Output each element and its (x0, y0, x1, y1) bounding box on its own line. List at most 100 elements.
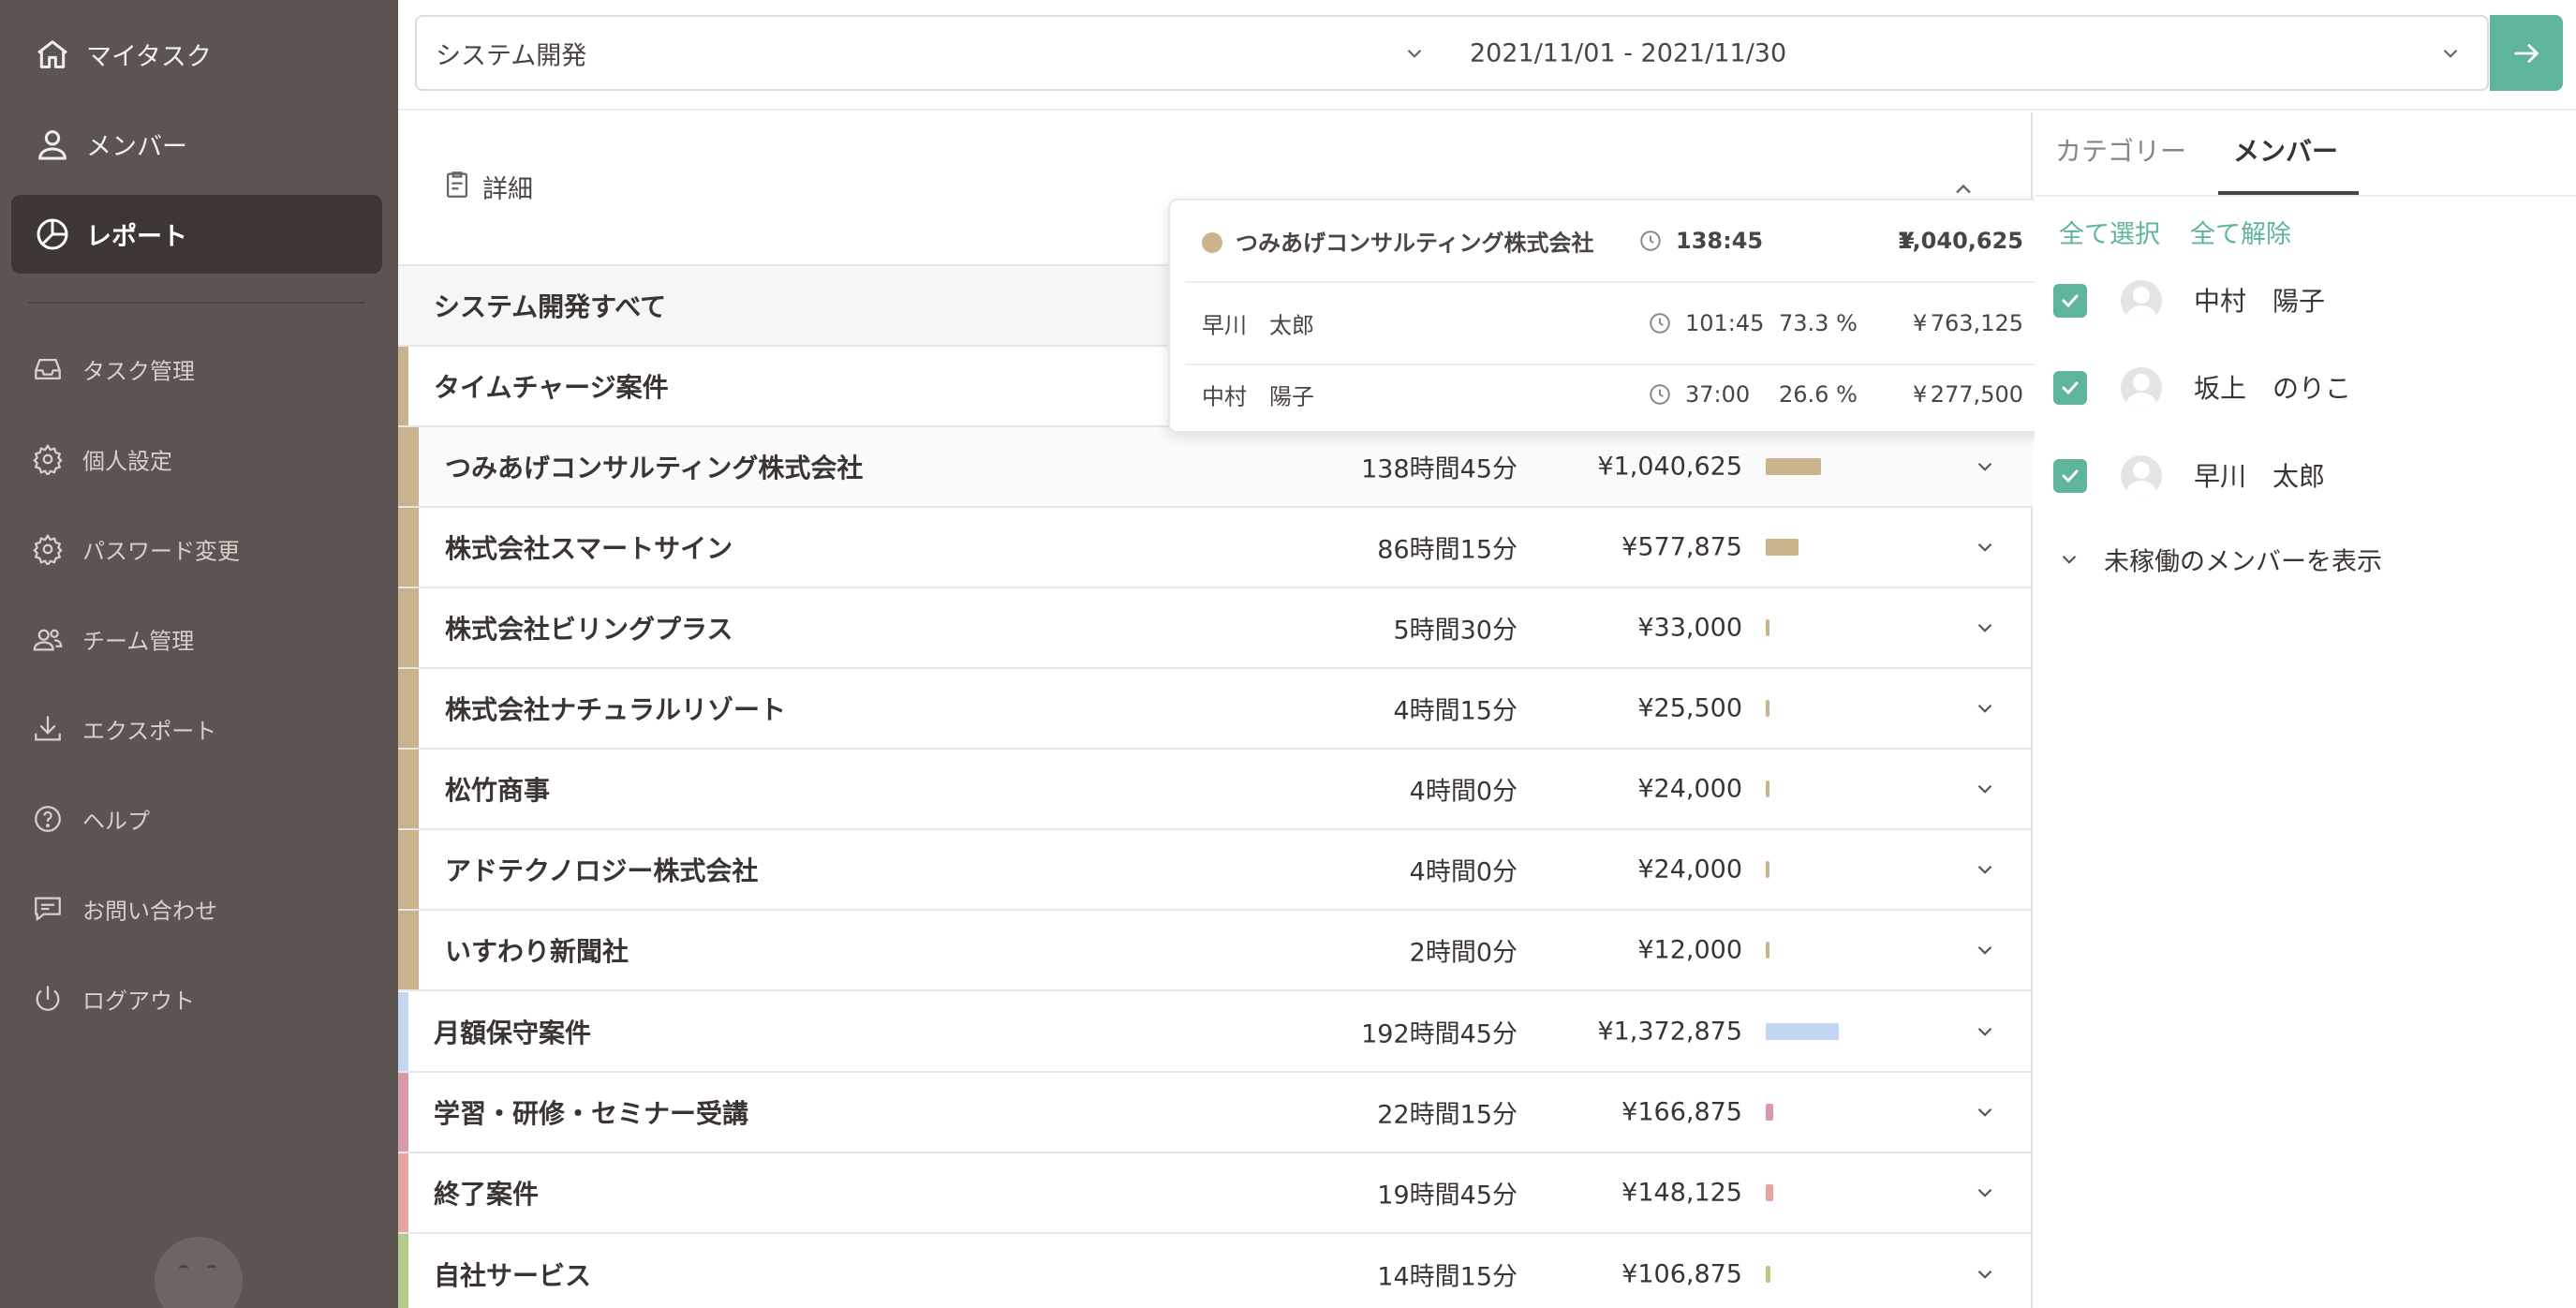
member-item[interactable]: 早川 太郎 (2053, 447, 2559, 503)
project-select[interactable]: システム開発 (415, 15, 1453, 91)
client-name: いすわり新聞社 (445, 936, 629, 967)
group-hours: 19時間45分 (1377, 1181, 1517, 1211)
category-color-bar (408, 830, 419, 909)
date-range-select[interactable]: 2021/11/01 - 2021/11/30 (1451, 15, 2489, 91)
member-checkbox[interactable] (2053, 459, 2087, 493)
category-color-bar (398, 588, 408, 667)
chevron-down-icon[interactable] (1973, 1100, 1997, 1124)
nav-reports-label: レポート (86, 222, 187, 252)
client-hours: 86時間15分 (1377, 535, 1517, 565)
avatar (2121, 367, 2162, 409)
share-bar (1766, 942, 1769, 959)
nav-change-password[interactable]: パスワード変更 (11, 510, 382, 588)
chevron-down-icon[interactable] (1973, 857, 1997, 882)
mascot-eye (179, 1265, 188, 1272)
share-bar (1766, 1023, 1839, 1040)
mascot-logo (155, 1237, 243, 1308)
nav-change-password-label: パスワード変更 (82, 538, 240, 565)
group-amount: ¥166,875 (1621, 1097, 1742, 1127)
arrow-right-icon (2514, 44, 2539, 63)
nav-export[interactable]: エクスポート (11, 690, 382, 768)
group-row[interactable]: 学習・研修・セミナー受講 22時間15分 ¥166,875 (398, 1073, 2033, 1153)
category-color-bar (408, 427, 419, 506)
nav-help-label: ヘルプ (82, 808, 150, 835)
group-name: 終了案件 (434, 1179, 540, 1210)
member-checkbox[interactable] (2053, 284, 2087, 318)
nav-members-label: メンバー (86, 132, 187, 162)
nav-personal-settings[interactable]: 個人設定 (11, 420, 382, 498)
category-color-bar (398, 1153, 408, 1232)
client-row[interactable]: いすわり新聞社 2時間0分 ¥12,000 (398, 911, 2033, 991)
group-amount: ¥106,875 (1621, 1259, 1742, 1289)
nav-personal-settings-label: 個人設定 (82, 448, 172, 475)
client-row[interactable]: 株式会社スマートサイン 86時間15分 ¥577,875 (398, 508, 2033, 588)
chevron-down-icon[interactable] (1973, 616, 1997, 640)
filter-bar: システム開発 2021/11/01 - 2021/11/30 (398, 0, 2576, 111)
yen-symbol: ¥ (1913, 381, 1928, 408)
show-inactive-members-label: 未稼働のメンバーを表示 (2104, 547, 2382, 577)
nav-reports[interactable]: レポート (11, 195, 382, 274)
nav-contact-label: お問い合わせ (82, 898, 217, 925)
category-color-bar (398, 1073, 408, 1152)
group-hours: 192時間45分 (1361, 1019, 1517, 1049)
nav-logout[interactable]: ログアウト (11, 959, 382, 1038)
chevron-down-icon[interactable] (1973, 1019, 1997, 1044)
nav-members[interactable]: メンバー (11, 105, 382, 184)
client-amount: ¥577,875 (1621, 532, 1742, 562)
nav-task-management[interactable]: タスク管理 (11, 330, 382, 409)
tooltip-member-time: 37:00 (1685, 381, 1751, 408)
share-bar (1766, 861, 1769, 878)
chevron-down-icon[interactable] (1973, 1262, 1997, 1286)
home-icon (34, 36, 71, 73)
chevron-down-icon[interactable] (1973, 535, 1997, 559)
member-filter-panel: カテゴリー メンバー 全て選択 全て解除 中村 陽子 坂上 のりこ 早川 太郎 … (2035, 112, 2576, 1308)
check-icon (2062, 381, 2079, 395)
chevron-down-icon (2062, 555, 2077, 564)
client-row[interactable]: アドテクノロジー株式会社 4時間0分 ¥24,000 (398, 830, 2033, 911)
group-row[interactable]: 終了案件 19時間45分 ¥148,125 (398, 1153, 2033, 1234)
user-icon (34, 126, 71, 163)
apply-filter-button[interactable] (2490, 15, 2563, 91)
chevron-down-icon[interactable] (1973, 1181, 1997, 1205)
gear-icon (32, 443, 64, 475)
client-hours: 4時間15分 (1393, 696, 1517, 726)
client-row[interactable]: 株式会社ナチュラルリゾート 4時間15分 ¥25,500 (398, 669, 2033, 750)
help-icon (32, 803, 64, 835)
category-color-bar (408, 669, 419, 748)
client-name: 松竹商事 (445, 775, 551, 806)
category-color-bar (408, 750, 419, 828)
chevron-down-icon[interactable] (1973, 696, 1997, 721)
tab-category[interactable]: カテゴリー (2055, 131, 2186, 197)
member-checkbox[interactable] (2053, 371, 2087, 405)
category-color-bar (398, 830, 408, 909)
member-name: 中村 陽子 (2194, 286, 2326, 317)
client-row[interactable]: 松竹商事 4時間0分 ¥24,000 (398, 750, 2033, 830)
nav-help[interactable]: ヘルプ (11, 780, 382, 858)
tab-members[interactable]: メンバー (2233, 131, 2338, 197)
client-row[interactable]: つみあげコンサルティング株式会社 138時間45分 ¥1,040,625 (398, 427, 2033, 508)
nav-team-management[interactable]: チーム管理 (11, 600, 382, 678)
nav-my-tasks[interactable]: マイタスク (11, 15, 382, 94)
group-hours: 22時間15分 (1377, 1100, 1517, 1130)
chevron-down-icon[interactable] (1973, 777, 1997, 801)
member-item[interactable]: 中村 陽子 (2053, 272, 2559, 328)
client-name: 株式会社スマートサイン (445, 533, 733, 564)
nav-contact[interactable]: お問い合わせ (11, 870, 382, 948)
category-color-bar (408, 508, 419, 587)
group-name: 学習・研修・セミナー受講 (434, 1098, 749, 1129)
nav-my-tasks-label: マイタスク (86, 42, 212, 72)
select-all-link[interactable]: 全て選択 (2059, 214, 2160, 250)
tooltip-member-name: 中村 陽子 (1202, 383, 1314, 410)
chevron-down-icon (1407, 49, 1422, 58)
client-row[interactable]: 株式会社ビリングプラス 5時間30分 ¥33,000 (398, 588, 2033, 669)
chevron-down-icon[interactable] (1973, 454, 1997, 479)
group-row[interactable]: 自社サービス 14時間15分 ¥106,875 (398, 1234, 2033, 1308)
deselect-all-link[interactable]: 全て解除 (2190, 214, 2291, 250)
group-row[interactable]: 月額保守案件 192時間45分 ¥1,372,875 (398, 992, 2033, 1073)
power-icon (32, 983, 64, 1015)
nav-task-management-label: タスク管理 (82, 358, 195, 385)
member-item[interactable]: 坂上 のりこ (2053, 359, 2559, 415)
mascot-eye (207, 1265, 216, 1272)
chevron-down-icon[interactable] (1973, 938, 1997, 962)
client-amount: ¥24,000 (1637, 855, 1742, 884)
